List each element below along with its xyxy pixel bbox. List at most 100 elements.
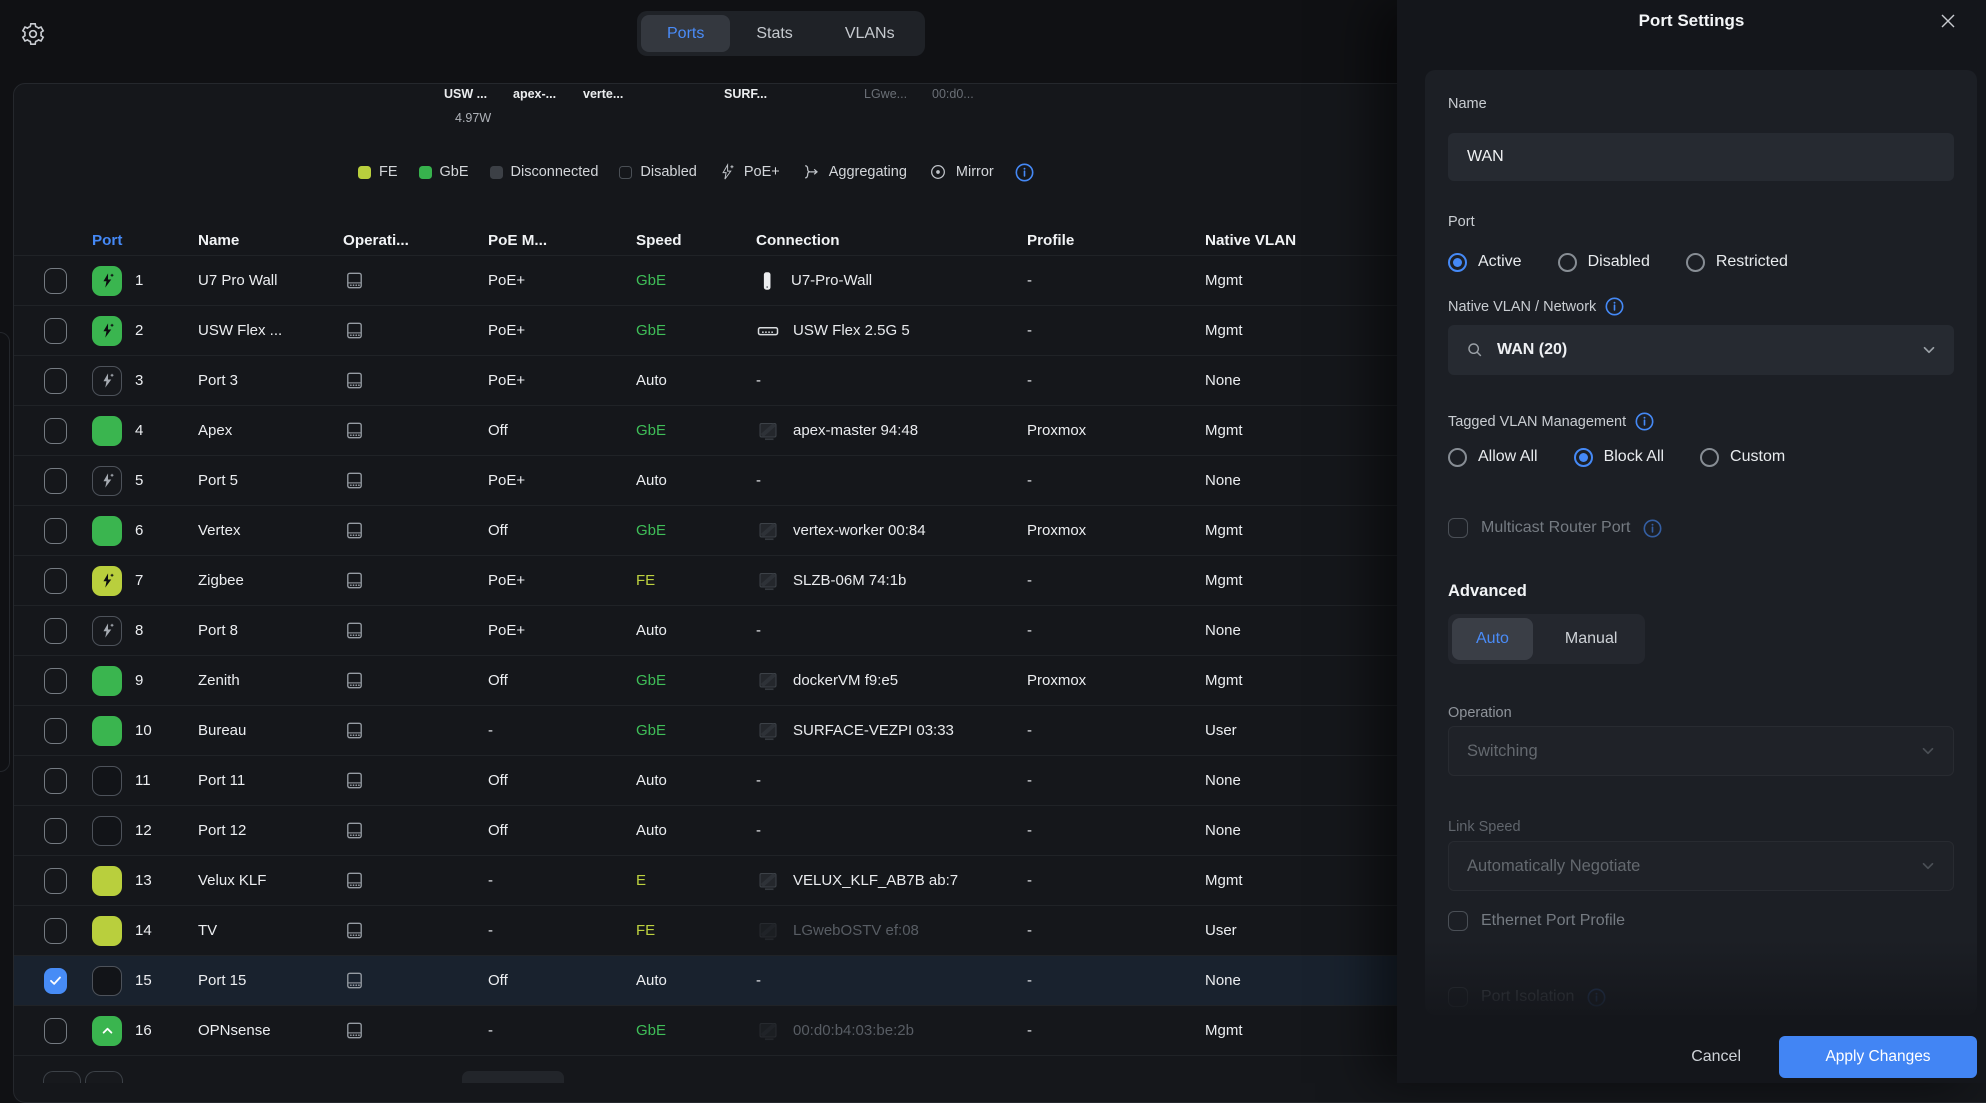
poe-mode: Off [488,972,636,989]
connection-cell: SLZB-06M 74:1b [756,569,1027,593]
advanced-mode-auto[interactable]: Auto [1452,618,1533,660]
tagged-vlan-radio-block-all[interactable]: Block All [1574,448,1664,467]
table-row[interactable]: 14TV-FELGwebOSTV ef:08-User [14,906,1398,956]
row-checkbox[interactable] [44,518,67,544]
port-number: 4 [135,422,198,439]
port-speed: GbE [636,722,756,739]
port-state-radio-disabled[interactable]: Disabled [1558,253,1650,272]
port-isolation-checkbox[interactable] [1448,987,1468,1007]
row-checkbox[interactable] [44,568,67,594]
port-name: Apex [198,422,343,439]
poe-icon [718,163,736,181]
close-icon[interactable] [1938,11,1958,31]
row-checkbox[interactable] [44,868,67,894]
profile: - [1027,772,1205,789]
connection-name: vertex-worker 00:84 [793,522,926,539]
native-vlan: User [1205,722,1398,739]
connection-cell: vertex-worker 00:84 [756,519,1027,543]
apply-changes-button[interactable]: Apply Changes [1779,1036,1977,1078]
row-checkbox[interactable] [44,1018,67,1044]
tab-stats[interactable]: Stats [730,15,818,52]
table-row[interactable]: 13Velux KLF-EVELUX_KLF_AB7B ab:7-Mgmt [14,856,1398,906]
ethernet-port-profile-row: Ethernet Port Profile [1448,909,1625,933]
port-name: Port 12 [198,822,343,839]
row-checkbox[interactable] [44,968,67,994]
table-row[interactable]: 15Port 15OffAuto--None [14,956,1398,1006]
table-row[interactable]: 12Port 12OffAuto--None [14,806,1398,856]
port-state-radio-active[interactable]: Active [1448,253,1522,272]
row-checkbox-cell [44,768,92,794]
native-vlan: Mgmt [1205,322,1398,339]
connection-name: - [756,472,761,489]
port-name-input[interactable] [1448,133,1954,181]
column-header-poe-m-[interactable]: PoE M... [488,232,636,249]
ethernet-port-profile-checkbox[interactable] [1448,911,1468,931]
row-checkbox[interactable] [44,368,67,394]
row-checkbox[interactable] [44,618,67,644]
legend-label: FE [379,164,398,180]
tagged-vlan-radio-custom[interactable]: Custom [1700,448,1785,467]
native-vlan: None [1205,472,1398,489]
column-header-profile[interactable]: Profile [1027,232,1205,249]
info-icon[interactable] [1643,519,1662,538]
row-checkbox[interactable] [44,818,67,844]
connection-name: VELUX_KLF_AB7B ab:7 [793,872,958,889]
advanced-mode-manual[interactable]: Manual [1541,618,1641,660]
table-row[interactable]: 9ZenithOffGbEdockerVM f9:e5ProxmoxMgmt [14,656,1398,706]
profile: - [1027,272,1205,289]
row-checkbox[interactable] [44,718,67,744]
tab-ports[interactable]: Ports [641,15,730,52]
column-header-native-vlan[interactable]: Native VLAN [1205,232,1398,249]
port-name: USW Flex ... [198,322,343,339]
native-vlan-select[interactable]: WAN (20) [1448,325,1954,375]
table-row[interactable]: 8Port 8PoE+Auto--None [14,606,1398,656]
info-icon[interactable] [1605,297,1624,316]
row-checkbox[interactable] [44,418,67,444]
column-header-connection[interactable]: Connection [756,232,1027,249]
column-header-speed[interactable]: Speed [636,232,756,249]
port-name: Port 5 [198,472,343,489]
multicast-checkbox[interactable] [1448,518,1468,538]
cancel-button[interactable]: Cancel [1691,1048,1741,1066]
table-row[interactable]: 10Bureau-GbESURFACE-VEZPI 03:33-User [14,706,1398,756]
table-row[interactable]: 6VertexOffGbEvertex-worker 00:84ProxmoxM… [14,506,1398,556]
column-header-port[interactable]: Port [92,232,198,249]
port-state-radio-restricted[interactable]: Restricted [1686,253,1788,272]
ports-table: 1U7 Pro WallPoE+GbEU7-Pro-Wall-Mgmt2USW … [14,255,1398,1056]
legend-item-disconnected: Disconnected [490,164,599,180]
port-speed: GbE [636,322,756,339]
radio-icon [1700,448,1719,467]
row-checkbox[interactable] [44,268,67,294]
port-status-cell [92,616,135,646]
tagged-vlan-radio-allow-all[interactable]: Allow All [1448,448,1538,467]
info-icon[interactable] [1635,412,1654,431]
tagged-vlan-radio-group: Allow All Block All Custom [1448,445,1785,469]
info-icon[interactable] [1015,163,1034,182]
table-row[interactable]: 11Port 11OffAuto--None [14,756,1398,806]
link-speed-label: Link Speed [1448,819,1521,835]
link-speed-value: Automatically Negotiate [1467,857,1640,876]
table-row[interactable]: 3Port 3PoE+Auto--None [14,356,1398,406]
row-checkbox[interactable] [44,468,67,494]
column-header-operati-[interactable]: Operati... [343,232,488,249]
row-checkbox[interactable] [44,668,67,694]
column-header-name[interactable]: Name [198,232,343,249]
table-row[interactable]: 16OPNsense-GbE00:d0:b4:03:be:2b-Mgmt [14,1006,1398,1056]
table-row[interactable]: 5Port 5PoE+Auto--None [14,456,1398,506]
tab-vlans[interactable]: VLANs [819,15,921,52]
port-speed: GbE [636,672,756,689]
table-row[interactable]: 2USW Flex ...PoE+GbEUSW Flex 2.5G 5-Mgmt [14,306,1398,356]
table-row[interactable]: 4ApexOffGbEapex-master 94:48ProxmoxMgmt [14,406,1398,456]
connection-cell: - [756,372,1027,389]
row-checkbox[interactable] [44,918,67,944]
row-checkbox[interactable] [44,768,67,794]
row-checkbox[interactable] [44,318,67,344]
info-icon[interactable] [1587,988,1606,1007]
table-row[interactable]: 7ZigbeePoE+FESLZB-06M 74:1b-Mgmt [14,556,1398,606]
port-status-icon-fe-poe [92,566,122,596]
connection-cell: - [756,822,1027,839]
table-row[interactable]: 1U7 Pro WallPoE+GbEU7-Pro-Wall-Mgmt [14,256,1398,306]
profile: - [1027,472,1205,489]
settings-gear-icon[interactable] [20,21,46,47]
status-legend: FEGbEDisconnectedDisabledPoE+Aggregating… [358,161,1034,183]
